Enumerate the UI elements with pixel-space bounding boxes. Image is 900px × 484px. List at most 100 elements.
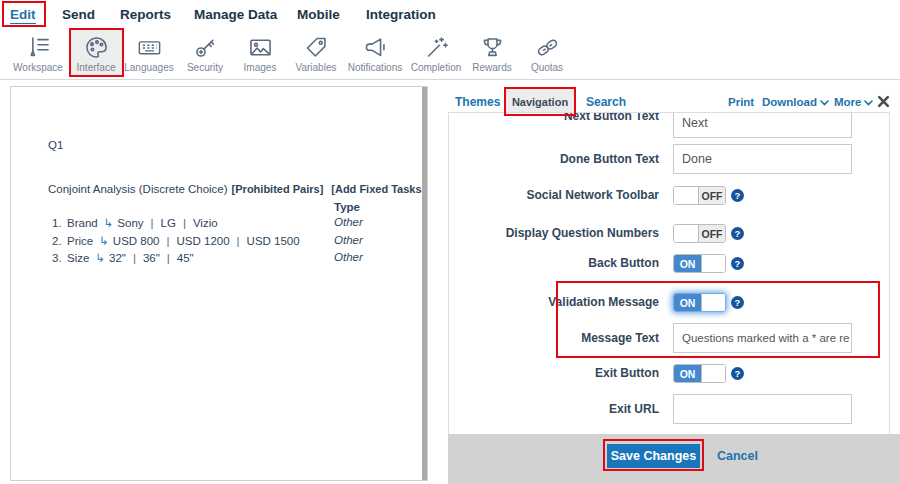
chevron-down-icon bbox=[820, 96, 829, 102]
attribute-row[interactable]: 3.Size ↳ 32" | 36" | 45" Other bbox=[52, 251, 422, 265]
attribute-option: 32" bbox=[109, 252, 126, 264]
attribute-option: LG bbox=[161, 217, 176, 229]
attribute-number: 3. bbox=[52, 252, 67, 264]
help-icon[interactable]: ? bbox=[731, 189, 744, 202]
toggle-display-question-numbers[interactable]: OFF bbox=[673, 224, 726, 243]
attribute-name: Price bbox=[67, 235, 93, 247]
nav-item-integration[interactable]: Integration bbox=[366, 7, 436, 22]
option-separator: | bbox=[237, 235, 240, 247]
maps-to-arrow-icon: ↳ bbox=[104, 217, 114, 229]
preview-scrollbar[interactable] bbox=[422, 87, 427, 481]
nav-item-edit[interactable]: Edit bbox=[10, 7, 36, 24]
label-message-text: Message Text bbox=[449, 323, 659, 353]
question-code: Q1 bbox=[48, 139, 63, 151]
help-icon[interactable]: ? bbox=[731, 257, 744, 270]
option-separator: | bbox=[183, 217, 186, 229]
attribute-option: 36" bbox=[143, 252, 160, 264]
toggle-knob bbox=[701, 365, 725, 382]
help-icon[interactable]: ? bbox=[731, 367, 744, 380]
notifications-icon bbox=[340, 33, 410, 61]
toolbar: WorkspaceInterfaceLanguagesSecurityImage… bbox=[0, 30, 900, 80]
attribute-option: Vizio bbox=[193, 217, 218, 229]
nav-item-reports[interactable]: Reports bbox=[120, 7, 171, 22]
label-validation-message: Validation Message bbox=[449, 293, 659, 312]
toggle-knob bbox=[674, 187, 699, 204]
quotas-icon bbox=[512, 33, 582, 61]
save-changes-button[interactable]: Save Changes bbox=[607, 444, 700, 468]
attribute-row[interactable]: 1.Brand ↳Sony | LG | Vizio Other bbox=[52, 216, 422, 230]
toolbar-item-label: Quotas bbox=[512, 62, 582, 73]
attribute-option: USD 1200 bbox=[177, 235, 230, 247]
survey-preview-panel: Q1 Conjoint Analysis (Discrete Choice) [P… bbox=[10, 86, 428, 481]
attribute-option: USD 1500 bbox=[247, 235, 300, 247]
label-exit-url: Exit URL bbox=[449, 394, 659, 424]
label-done-button-text: Done Button Text bbox=[449, 144, 659, 174]
attribute-type: Other bbox=[334, 234, 363, 246]
option-separator: | bbox=[167, 252, 170, 264]
label-exit-button: Exit Button bbox=[449, 364, 659, 383]
tab-search[interactable]: Search bbox=[586, 95, 626, 109]
toggle-on-label: ON bbox=[674, 365, 701, 382]
cancel-link[interactable]: Cancel bbox=[717, 444, 758, 468]
attribute-option: USD 800 bbox=[113, 235, 160, 247]
attribute-option: Sony bbox=[117, 217, 143, 229]
attribute-number: 1. bbox=[52, 217, 67, 229]
option-separator: | bbox=[133, 252, 136, 264]
toggle-knob bbox=[701, 294, 725, 311]
toggle-on-label: ON bbox=[674, 294, 701, 311]
prohibited-pairs-link[interactable]: [Prohibited Pairs] bbox=[232, 183, 324, 195]
help-icon[interactable]: ? bbox=[731, 227, 744, 240]
input-exit-url[interactable] bbox=[673, 394, 852, 424]
action-label: More bbox=[834, 96, 861, 108]
nav-item-mobile[interactable]: Mobile bbox=[297, 7, 340, 22]
attribute-type: Other bbox=[334, 216, 363, 228]
toggle-off-label: OFF bbox=[699, 187, 725, 204]
attribute-row[interactable]: 2.Price ↳ USD 800 | USD 1200 | USD 1500 Other bbox=[52, 234, 422, 248]
attribute-type: Other bbox=[334, 251, 363, 263]
toolbar-item-notifications[interactable]: Notifications bbox=[340, 32, 410, 78]
toggle-on-label: ON bbox=[674, 255, 701, 272]
label-social-network-toolbar: Social Network Toolbar bbox=[449, 186, 659, 205]
action-label: Print bbox=[728, 96, 754, 108]
add-fixed-tasks-link[interactable]: [Add Fixed Tasks bbox=[331, 183, 421, 195]
maps-to-arrow-icon: ↳ bbox=[95, 252, 105, 264]
nav-item-manage-data[interactable]: Manage Data bbox=[194, 7, 277, 22]
tab-themes[interactable]: Themes bbox=[455, 95, 500, 109]
nav-item-send[interactable]: Send bbox=[62, 7, 95, 22]
print-action[interactable]: Print bbox=[728, 96, 754, 108]
help-icon[interactable]: ? bbox=[731, 296, 744, 309]
input-next-button-text[interactable]: Next bbox=[673, 112, 852, 138]
label-back-button: Back Button bbox=[449, 254, 659, 273]
toggle-exit-button[interactable]: ON bbox=[673, 364, 726, 383]
app-root: Edit Send Reports Manage Data Mobile Integrat… bbox=[0, 0, 900, 484]
toggle-validation-message[interactable]: ON bbox=[673, 293, 726, 312]
label-display-question-numbers: Display Question Numbers bbox=[449, 224, 659, 243]
toolbar-item-label: Notifications bbox=[340, 62, 410, 73]
action-label: Download bbox=[762, 96, 817, 108]
toggle-off-label: OFF bbox=[699, 225, 725, 242]
input-message-text[interactable]: Questions marked with a * are re bbox=[673, 323, 852, 353]
label-next-button-text: Next Button Text bbox=[449, 112, 659, 128]
navigation-settings-form: Next Button Text Next Done Button Text Done… bbox=[448, 112, 890, 434]
close-icon[interactable] bbox=[877, 94, 890, 107]
attribute-number: 2. bbox=[52, 235, 67, 247]
option-separator: | bbox=[151, 217, 154, 229]
toggle-knob bbox=[701, 255, 725, 272]
attribute-option: 45" bbox=[177, 252, 194, 264]
download-action[interactable]: Download bbox=[762, 96, 829, 108]
toggle-social-network-toolbar[interactable]: OFF bbox=[673, 186, 726, 205]
maps-to-arrow-icon: ↳ bbox=[99, 235, 109, 247]
chevron-down-icon bbox=[864, 96, 873, 102]
type-column-header: Type bbox=[334, 201, 360, 213]
attribute-name: Size bbox=[67, 252, 89, 264]
form-footer: Save Changes Cancel bbox=[448, 434, 900, 484]
toggle-back-button[interactable]: ON bbox=[673, 254, 726, 273]
question-title[interactable]: Conjoint Analysis (Discrete Choice) bbox=[48, 183, 228, 195]
question-title-line: Conjoint Analysis (Discrete Choice) [Proh… bbox=[48, 183, 423, 195]
toggle-knob bbox=[674, 225, 699, 242]
attribute-name: Brand bbox=[67, 217, 98, 229]
more-action[interactable]: More bbox=[834, 96, 873, 108]
option-separator: | bbox=[167, 235, 170, 247]
input-done-button-text[interactable]: Done bbox=[673, 144, 852, 174]
toolbar-item-quotas[interactable]: Quotas bbox=[512, 32, 582, 78]
